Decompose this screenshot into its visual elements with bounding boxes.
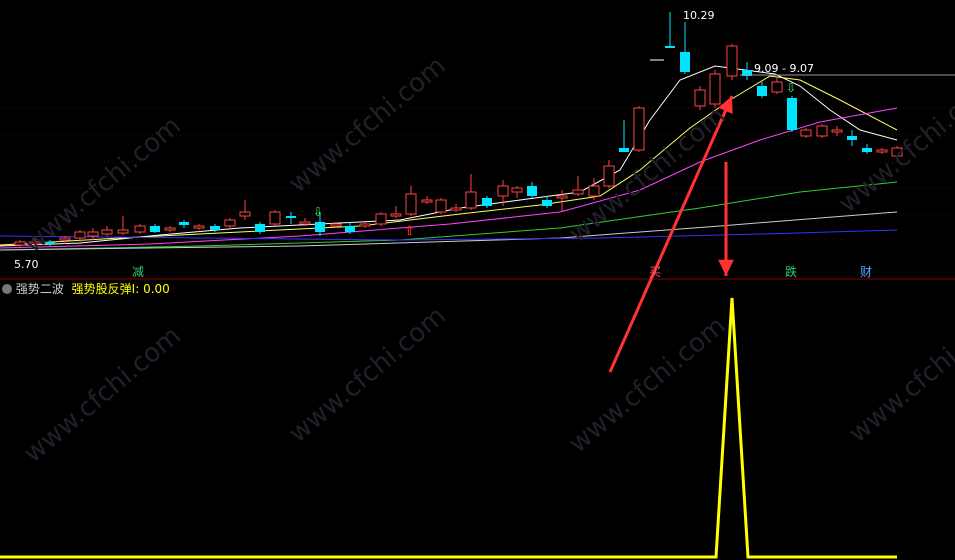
indicator-spike-line	[0, 297, 897, 559]
candle-body	[421, 199, 433, 203]
candle-body	[465, 191, 477, 209]
indicator-series-label: 强势股反弹I:	[71, 282, 140, 296]
event-marker-reduce[interactable]: 减	[132, 263, 144, 280]
candle-body	[375, 213, 387, 225]
high-price-label: 10.29	[683, 9, 715, 22]
candle-body	[74, 231, 86, 239]
candle-body	[101, 229, 113, 235]
candle-body	[134, 225, 146, 233]
sell-arrow-icon: ⇩	[313, 205, 323, 219]
sell-arrow-icon: ⇩	[786, 81, 796, 95]
stock-chart-screen: 一 忙 线 找 主 致 起 筹 （ ）买 成交 总额·保护 ⇩⇩⇧ 10.29 …	[0, 0, 955, 560]
event-marker-buy[interactable]: 买	[649, 263, 661, 280]
candle-body	[847, 136, 857, 140]
candle-body	[345, 226, 355, 232]
candle-body	[831, 129, 843, 133]
candle-body	[800, 129, 812, 137]
indicator-value: 0.00	[143, 282, 170, 296]
candle-body	[330, 223, 342, 227]
indicator-name[interactable]: 强势二波	[16, 282, 64, 296]
candle-body	[482, 198, 492, 206]
candle-body	[164, 227, 176, 231]
candle-body	[299, 221, 311, 225]
candle-body	[726, 45, 738, 77]
candle-body	[709, 73, 721, 105]
event-marker-fall[interactable]: 跌	[785, 263, 797, 280]
candle-body	[193, 225, 205, 229]
candle-body	[390, 213, 402, 217]
range-price-label: 9.09 - 9.07	[754, 62, 814, 75]
candle-body	[359, 223, 371, 227]
candle-body	[787, 98, 797, 130]
candle-body	[556, 195, 568, 199]
candle-body	[694, 89, 706, 107]
candle-body	[435, 199, 447, 213]
candle-body	[527, 186, 537, 196]
collapse-toggle-icon[interactable]	[2, 284, 12, 294]
low-price-label: 5.70	[14, 258, 39, 271]
candle-body	[542, 200, 552, 206]
candle-body	[862, 148, 872, 152]
buy-arrow-icon: ⇧	[404, 224, 415, 239]
candle-body	[816, 125, 828, 137]
candle-body	[619, 148, 629, 152]
candle-body	[239, 211, 251, 217]
candle-body	[771, 81, 783, 93]
candle-body	[680, 52, 690, 72]
candle-body	[588, 185, 600, 197]
annotation-arrow-head	[718, 259, 734, 276]
candle-body	[210, 226, 220, 230]
candle-body	[87, 231, 99, 237]
candle-body	[224, 219, 236, 227]
candle-body	[255, 224, 265, 232]
candle-body	[315, 222, 325, 232]
candle-body	[179, 222, 189, 225]
candle-body	[117, 229, 129, 234]
candle-body	[511, 187, 523, 193]
event-marker-finance[interactable]: 财	[860, 263, 872, 280]
candle-body	[497, 185, 509, 197]
candle-body	[757, 86, 767, 96]
candle-body	[665, 46, 675, 48]
candle-body	[405, 193, 417, 215]
candle-body	[150, 226, 160, 232]
candle-body	[572, 189, 584, 195]
candle-body	[633, 107, 645, 151]
candle-body	[450, 207, 462, 211]
indicator-header: 强势二波 强势股反弹I: 0.00	[0, 280, 170, 296]
candle-body	[286, 216, 296, 218]
candle-body	[269, 211, 281, 225]
